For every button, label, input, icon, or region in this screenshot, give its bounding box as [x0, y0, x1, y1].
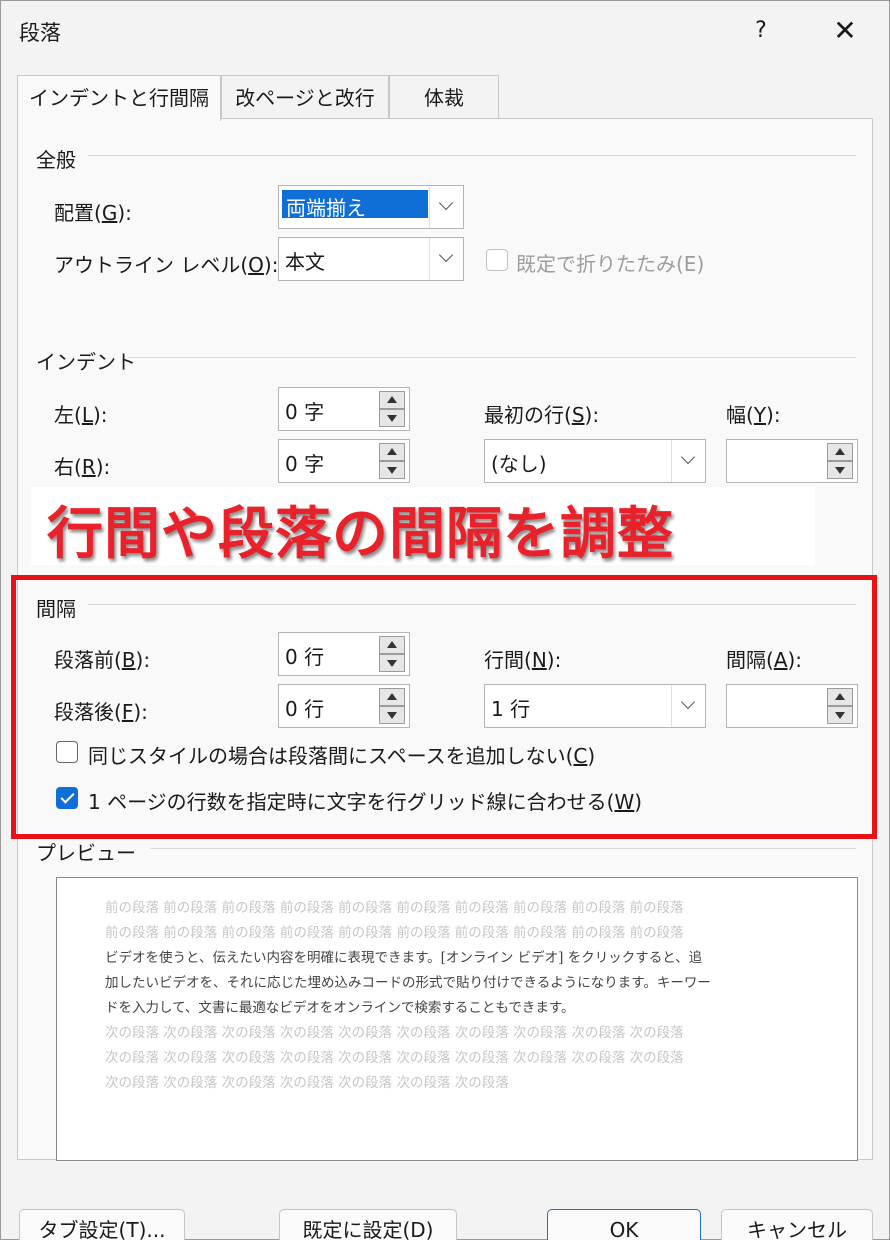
- chevron-down-icon: [438, 195, 454, 211]
- outline-level-dropdown-button[interactable]: [429, 238, 463, 280]
- title-bar: 段落 ? ✕: [1, 1, 889, 63]
- collapse-default-checkbox[interactable]: [486, 249, 508, 271]
- preview-line: 次の段落 次の段落 次の段落 次の段落 次の段落 次の段落 次の段落: [105, 1075, 509, 1091]
- general-group-divider: [88, 155, 856, 156]
- outline-level-value: 本文: [285, 250, 325, 274]
- indent-right-label: 右(R):: [54, 455, 111, 479]
- preview-pane: 前の段落 前の段落 前の段落 前の段落 前の段落 前の段落 前の段落 前の段落 …: [56, 877, 858, 1161]
- preview-line: ドを入力して、文書に最適なビデオをオンラインで検索することもできます。: [105, 1000, 575, 1016]
- indent-left-value: 0 字: [285, 400, 325, 424]
- indent-group-divider: [128, 357, 856, 358]
- arrow-up-icon: [387, 448, 397, 455]
- indent-group-title: インデント: [36, 350, 136, 374]
- set-default-button[interactable]: 既定に設定(D): [279, 1209, 457, 1240]
- preview-group-title: プレビュー: [36, 841, 136, 865]
- arrow-down-icon: [835, 467, 845, 474]
- preview-line: 次の段落 次の段落 次の段落 次の段落 次の段落 次の段落 次の段落 次の段落 …: [105, 1025, 684, 1041]
- preview-group-divider: [150, 848, 856, 849]
- first-line-dropdown-button[interactable]: [671, 440, 705, 482]
- first-line-label: 最初の行(S):: [484, 403, 600, 427]
- close-button[interactable]: ✕: [825, 11, 865, 51]
- cancel-button[interactable]: キャンセル: [721, 1209, 873, 1240]
- indent-right-value: 0 字: [285, 452, 325, 476]
- first-line-select[interactable]: (なし): [484, 439, 706, 483]
- indent-width-decrement[interactable]: [827, 461, 853, 479]
- indent-width-spinner[interactable]: [726, 439, 858, 483]
- alignment-label: 配置(G):: [54, 201, 132, 225]
- annotation-text: 行間や段落の間隔を調整: [47, 502, 674, 567]
- first-line-value: (なし): [491, 452, 547, 476]
- chevron-down-icon: [438, 247, 454, 263]
- ok-button[interactable]: OK: [547, 1209, 701, 1240]
- tab-indent-spacing[interactable]: インデントと行間隔: [17, 75, 221, 121]
- outline-level-select[interactable]: 本文: [278, 237, 464, 281]
- preview-line: 前の段落 前の段落 前の段落 前の段落 前の段落 前の段落 前の段落 前の段落 …: [105, 925, 684, 941]
- tabs-button[interactable]: タブ設定(T)...: [19, 1209, 185, 1240]
- indent-right-spinner[interactable]: 0 字: [278, 439, 410, 483]
- tab-line-page-breaks[interactable]: 改ページと改行: [221, 75, 389, 119]
- indent-left-increment[interactable]: [379, 391, 405, 409]
- alignment-select[interactable]: 両端揃え: [278, 185, 464, 229]
- help-button[interactable]: ?: [741, 11, 781, 51]
- collapse-default-label: 既定で折りたたみ(E): [516, 252, 705, 276]
- preview-line: 次の段落 次の段落 次の段落 次の段落 次の段落 次の段落 次の段落 次の段落 …: [105, 1050, 684, 1066]
- indent-left-spinner[interactable]: 0 字: [278, 387, 410, 431]
- arrow-down-icon: [387, 467, 397, 474]
- indent-right-increment[interactable]: [379, 443, 405, 461]
- indent-left-label: 左(L):: [54, 403, 108, 427]
- preview-line: ビデオを使うと、伝えたい内容を明確に表現できます。[オンライン ビデオ] をクリ…: [105, 950, 703, 966]
- arrow-up-icon: [387, 396, 397, 403]
- chevron-down-icon: [680, 449, 696, 465]
- indent-right-decrement[interactable]: [379, 461, 405, 479]
- indent-width-label: 幅(Y):: [726, 403, 781, 427]
- dialog-title: 段落: [19, 21, 61, 45]
- preview-line: 前の段落 前の段落 前の段落 前の段落 前の段落 前の段落 前の段落 前の段落 …: [105, 900, 684, 916]
- alignment-dropdown-button[interactable]: [429, 186, 463, 228]
- tab-asian-typography[interactable]: 体裁: [389, 75, 499, 119]
- indent-width-increment[interactable]: [827, 443, 853, 461]
- arrow-up-icon: [835, 448, 845, 455]
- alignment-value: 両端揃え: [282, 190, 428, 220]
- annotation-banner: 行間や段落の間隔を調整: [31, 487, 815, 567]
- arrow-down-icon: [387, 415, 397, 422]
- preview-line: 加したいビデオを、それに応じた埋め込みコードの形式で貼り付けできるようになります…: [105, 975, 711, 991]
- outline-level-label: アウトライン レベル(O):: [54, 253, 279, 277]
- general-group-title: 全般: [36, 148, 76, 172]
- paragraph-dialog: 段落 ? ✕ インデントと行間隔 改ページと改行 体裁 全般 配置(G): 両端…: [0, 0, 890, 1240]
- highlight-box: [11, 575, 877, 839]
- indent-left-decrement[interactable]: [379, 409, 405, 427]
